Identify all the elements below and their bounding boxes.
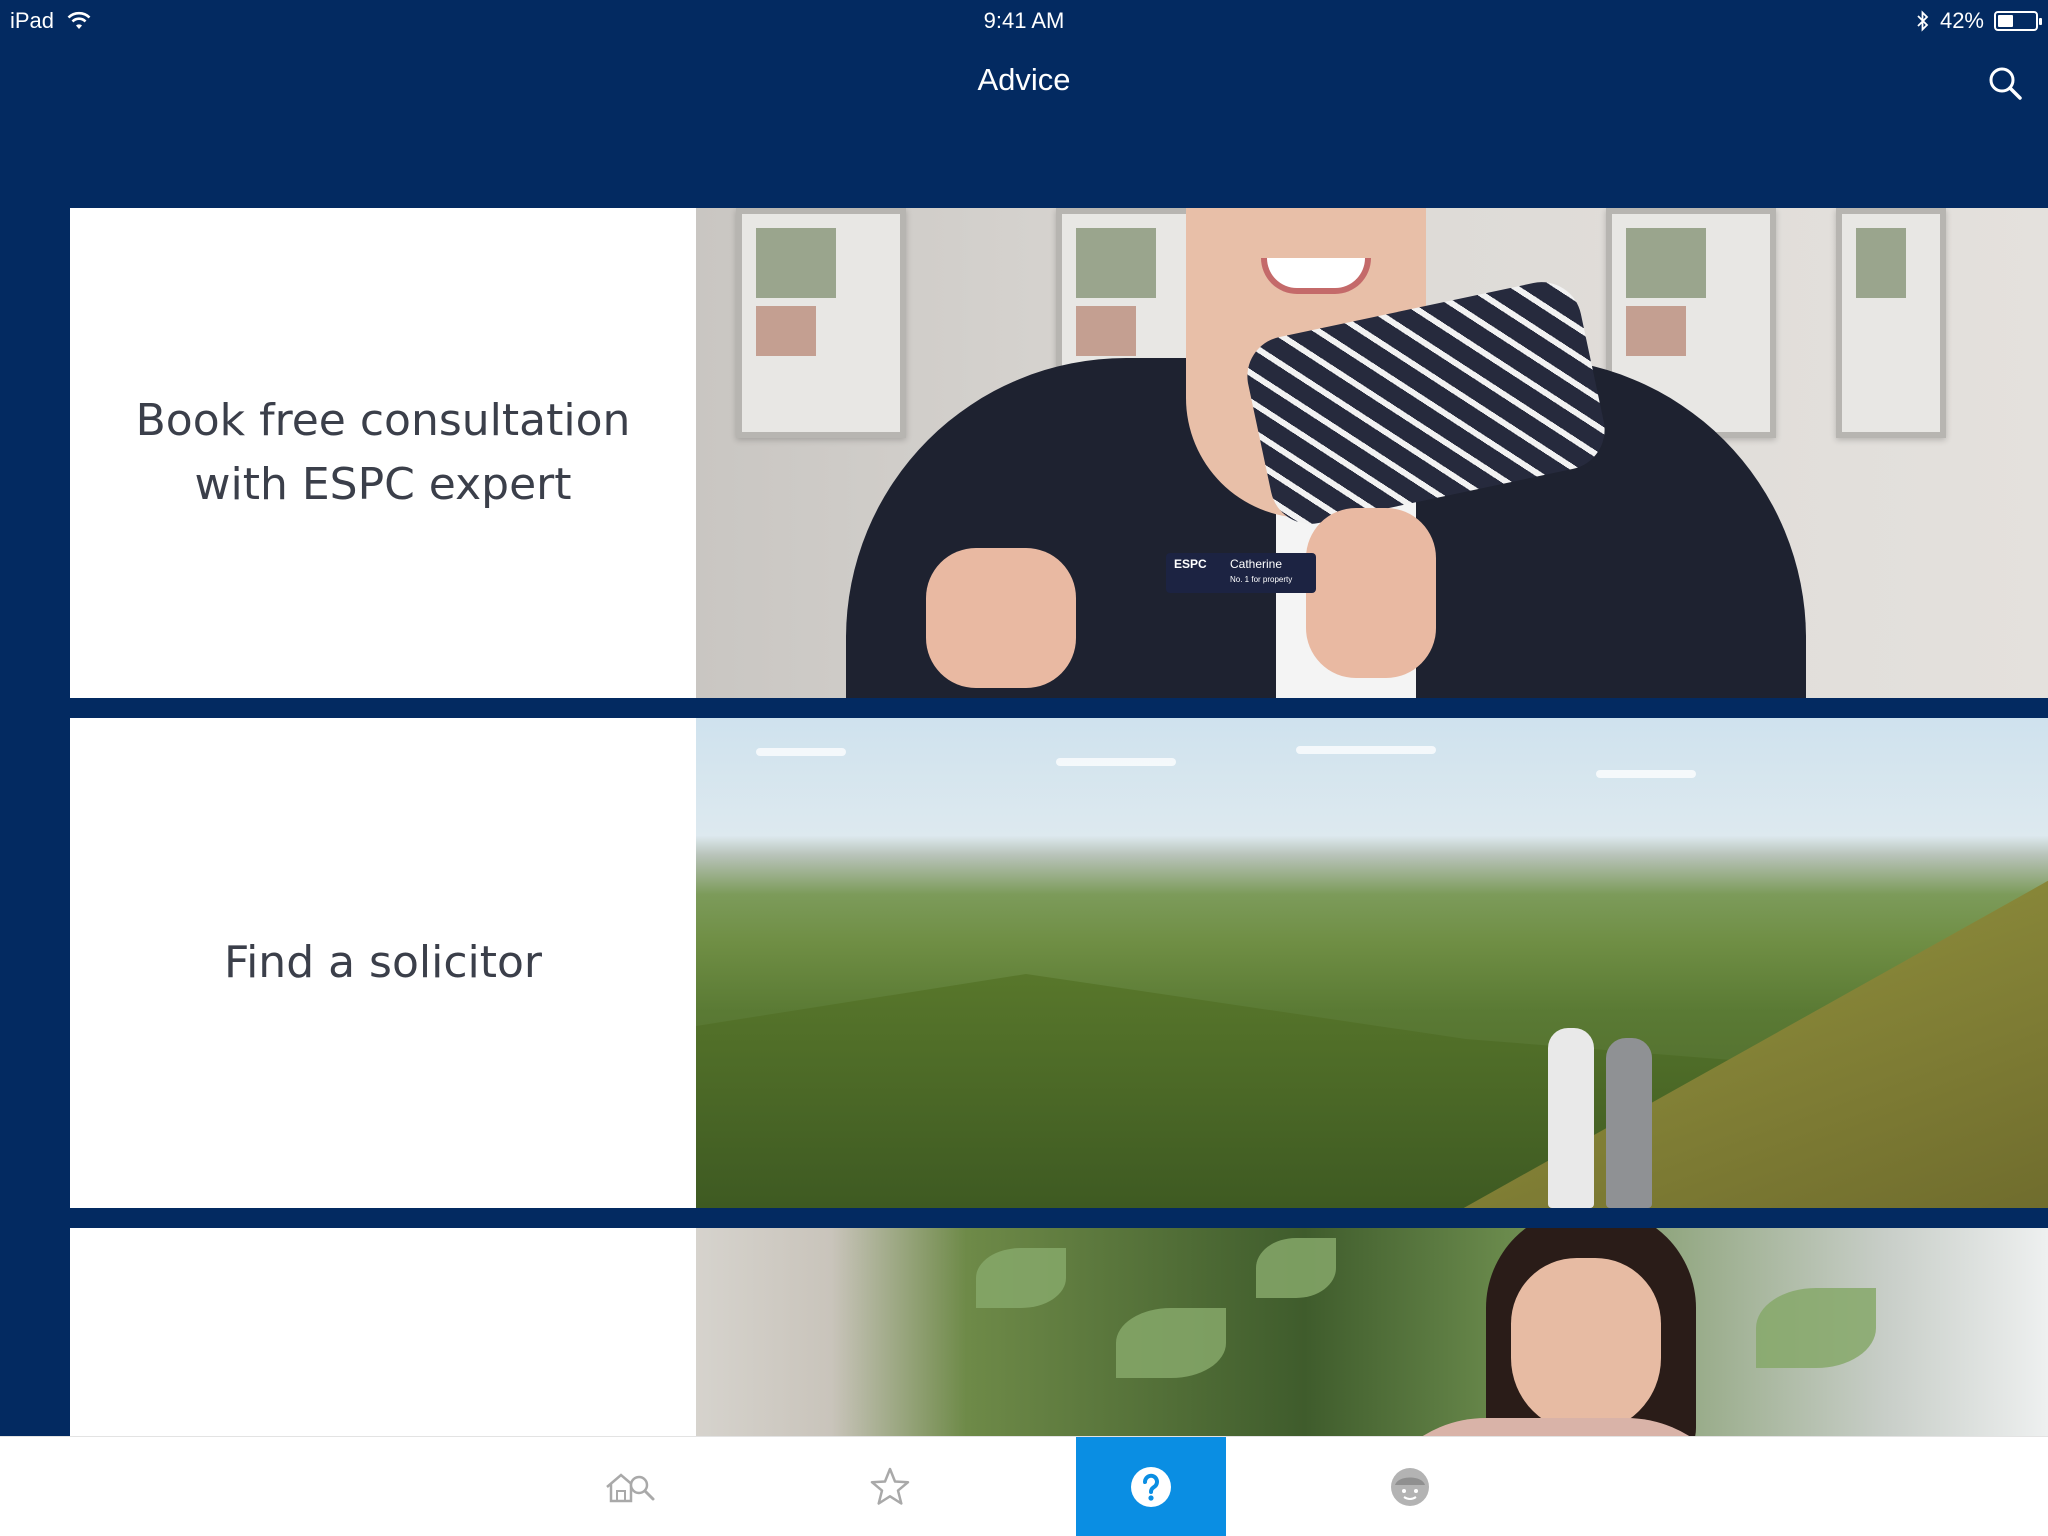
search-icon bbox=[1989, 67, 2022, 100]
badge-tagline: No. 1 for property bbox=[1230, 575, 1293, 584]
walker bbox=[1606, 1038, 1652, 1208]
star-icon bbox=[870, 1467, 910, 1505]
tab-profile[interactable] bbox=[1335, 1437, 1485, 1536]
leaf bbox=[1256, 1238, 1336, 1298]
profile-icon bbox=[1391, 1468, 1429, 1506]
status-right: 42% bbox=[1916, 8, 2042, 34]
card-text-panel bbox=[70, 1228, 696, 1436]
card-label: Book free consultation with ESPC expert bbox=[135, 395, 631, 510]
card-text-panel: Book free consultation with ESPC expert bbox=[70, 208, 696, 698]
status-bar: iPad 9:41 AM 42% bbox=[0, 0, 2048, 40]
leaf bbox=[1756, 1288, 1876, 1368]
advice-card-contact[interactable] bbox=[70, 1228, 2048, 1436]
battery-fill bbox=[1998, 15, 2014, 27]
cloud bbox=[1056, 758, 1176, 766]
page-title: Advice bbox=[977, 62, 1071, 97]
tab-favourites[interactable] bbox=[815, 1437, 965, 1536]
cloud bbox=[1596, 770, 1696, 778]
name-badge: ESPC Catherine No. 1 for property bbox=[1166, 553, 1316, 593]
cloud bbox=[1296, 746, 1436, 754]
status-time: 9:41 AM bbox=[983, 8, 1065, 33]
tab-advice[interactable] bbox=[1076, 1437, 1226, 1536]
walker bbox=[1548, 1028, 1594, 1208]
bluetooth-icon bbox=[1917, 10, 1929, 32]
hand-left bbox=[926, 548, 1076, 688]
property-search-icon bbox=[606, 1473, 655, 1503]
battery-percent: 42% bbox=[1939, 8, 1984, 33]
badge-name: Catherine bbox=[1230, 557, 1283, 571]
help-icon bbox=[1131, 1467, 1171, 1507]
cloud bbox=[756, 748, 846, 756]
battery-icon bbox=[1994, 11, 2042, 31]
tab-property-search[interactable] bbox=[555, 1437, 705, 1536]
advice-card-solicitor[interactable]: Find a solicitor bbox=[70, 718, 2048, 1208]
wall-poster bbox=[736, 208, 906, 438]
card-text-panel: Find a solicitor bbox=[70, 718, 696, 1208]
leaf bbox=[1116, 1308, 1226, 1378]
consultant-photo: ESPC Catherine No. 1 for property bbox=[696, 208, 2048, 698]
wall-poster bbox=[1836, 208, 1946, 438]
woman-on-phone-photo bbox=[696, 1228, 2048, 1436]
tab-bar bbox=[0, 1436, 2048, 1536]
search-button[interactable] bbox=[1984, 62, 2028, 106]
advice-card-consultation[interactable]: Book free consultation with ESPC expert … bbox=[70, 208, 2048, 698]
landscape-photo bbox=[696, 718, 2048, 1208]
card-label: Find a solicitor bbox=[223, 937, 543, 988]
face bbox=[1511, 1258, 1661, 1433]
hand-right bbox=[1306, 508, 1436, 678]
leaf bbox=[976, 1248, 1066, 1308]
